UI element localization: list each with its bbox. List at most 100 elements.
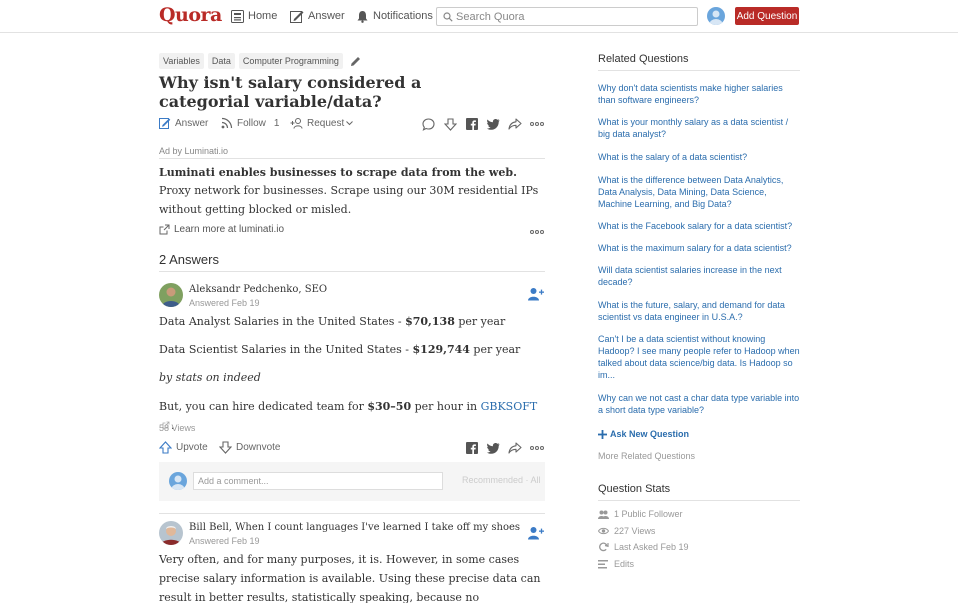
ad-learn-more-link[interactable]: Learn more at luminati.io [159,224,284,235]
add-question-button[interactable]: Add Question [735,7,799,25]
user-avatar [169,472,187,490]
stat-label[interactable]: 1 Public Follower [614,509,683,519]
user-avatar[interactable] [707,7,725,25]
chevron-down-icon [346,120,354,125]
answer-bold-value: $70,138 [405,315,455,328]
refresh-icon [599,542,609,552]
author-name[interactable]: Aleksandr Pedchenko, SEO [189,284,327,295]
more-dot-icon [535,230,539,234]
stat-label[interactable]: Edits [614,559,634,569]
comment-button[interactable] [421,117,435,131]
ad-label: Ad by Luminati.io [159,146,229,156]
facebook-share-button[interactable] [465,117,479,131]
author-name[interactable]: Bill Bell, When I count languages I've l… [189,522,520,533]
edit-topics-icon[interactable] [350,56,361,67]
more-options-button[interactable] [530,121,544,127]
question-actions: Answer Follow 1 Request [159,117,545,133]
answer-author: Bill Bell, When I count languages I've l… [159,521,520,546]
downvote-label: Downvote [236,442,281,453]
ask-new-question-label: Ask New Question [610,429,690,439]
facebook-share-button[interactable] [465,441,479,455]
answer-actions: Upvote Downvote [159,441,545,455]
comment-icon [421,117,435,131]
nav-notifications-label: Notifications [373,10,433,22]
comment-sort-options[interactable]: Recommended · All [462,475,541,485]
more-dot-icon [540,122,544,126]
answer-more-options-button[interactable] [530,445,544,451]
ad-more-options-button[interactable] [530,229,544,235]
answer-button[interactable]: Answer [159,117,208,129]
comment-input[interactable] [193,472,443,490]
nav-home[interactable]: Home [231,7,277,25]
twitter-icon [486,442,499,454]
downvote-button[interactable]: Downvote [219,441,280,454]
answer-paragraph: But, you can hire dedicated team for $30… [159,397,545,435]
related-question-link[interactable]: What is your monthly salary as a data sc… [598,116,800,140]
search-bar[interactable] [436,7,698,26]
follow-author-button[interactable] [528,526,544,540]
ad-title[interactable]: Luminati enables businesses to scrape da… [159,166,517,179]
ad-link-text: Learn more at luminati.io [174,224,285,235]
downvote-icon [219,441,232,454]
answer-text: per year [454,315,506,328]
ad-body: Proxy network for businesses. Scrape usi… [159,184,539,216]
follow-button[interactable]: Follow 1 [221,117,279,129]
more-dot-icon [530,122,534,126]
stat-label: 227 Views [614,526,656,536]
answer-text: But, you can hire dedicated team for [159,400,368,413]
edits-icon [598,559,608,568]
related-question-link[interactable]: Can't I be a data scientist without know… [598,333,800,381]
author-avatar[interactable] [159,521,183,545]
answer-views: 58 Views [159,423,196,433]
answer-paragraph: Data Scientist Salaries in the United St… [159,340,545,359]
search-input[interactable] [456,10,686,23]
share-button[interactable] [508,441,522,455]
request-button[interactable]: Request [290,117,354,129]
twitter-share-button[interactable] [486,117,500,131]
nav-answer[interactable]: Answer [290,7,345,25]
stat-label: Last Asked Feb 19 [614,542,689,552]
upvote-button[interactable]: Upvote [159,441,208,454]
related-question-link[interactable]: What is the future, salary, and demand f… [598,299,800,323]
facebook-icon [466,442,478,454]
topic-tag[interactable]: Data [207,53,235,69]
eye-icon [598,527,609,535]
topic-tag[interactable]: Computer Programming [238,53,343,69]
share-button[interactable] [508,117,522,131]
twitter-icon [486,118,499,130]
related-questions-heading: Related Questions [598,53,689,65]
related-question-link[interactable]: Why can we not cast a char data type var… [598,392,800,416]
gbksoft-link[interactable]: GBKSOFT [481,400,538,413]
downvote-icon [443,117,457,131]
answer-body: Very often, and for many purposes, it is… [159,553,541,603]
topic-tag[interactable]: Variables [159,53,204,69]
related-question-link[interactable]: What is the difference between Data Anal… [598,174,800,210]
related-question-link[interactable]: What is the salary of a data scientist? [598,151,800,163]
answers-count: 2 Answers [159,252,219,267]
more-dot-icon [535,446,539,450]
related-question-link[interactable]: Why don't data scientists make higher sa… [598,82,800,106]
more-dot-icon [535,122,539,126]
nav-notifications[interactable]: Notifications [356,7,433,25]
author-avatar[interactable] [159,283,183,307]
more-related-questions-link[interactable]: More Related Questions [598,451,695,461]
related-question-link[interactable]: Will data scientist salaries increase in… [598,264,800,288]
divider [598,70,800,71]
twitter-share-button[interactable] [486,441,500,455]
answer-bold-value: $30–50 [367,400,412,413]
request-user-icon [290,118,303,129]
downvote-question-button[interactable] [443,117,457,131]
followers-icon [598,510,609,519]
related-question-link[interactable]: What is the Facebook salary for a data s… [598,220,800,232]
stat-last-asked: Last Asked Feb 19 [598,542,689,552]
more-dot-icon [540,446,544,450]
ask-new-question-link[interactable]: Ask New Question [598,429,689,439]
follow-author-button[interactable] [528,287,544,301]
quora-logo[interactable]: Quora [159,4,222,26]
pencil-square-icon [290,10,304,23]
request-label: Request [307,117,345,129]
plus-icon [598,429,607,439]
more-dot-icon [530,446,534,450]
answer-text: per hour in [411,400,481,413]
related-question-link[interactable]: What is the maximum salary for a data sc… [598,242,800,254]
